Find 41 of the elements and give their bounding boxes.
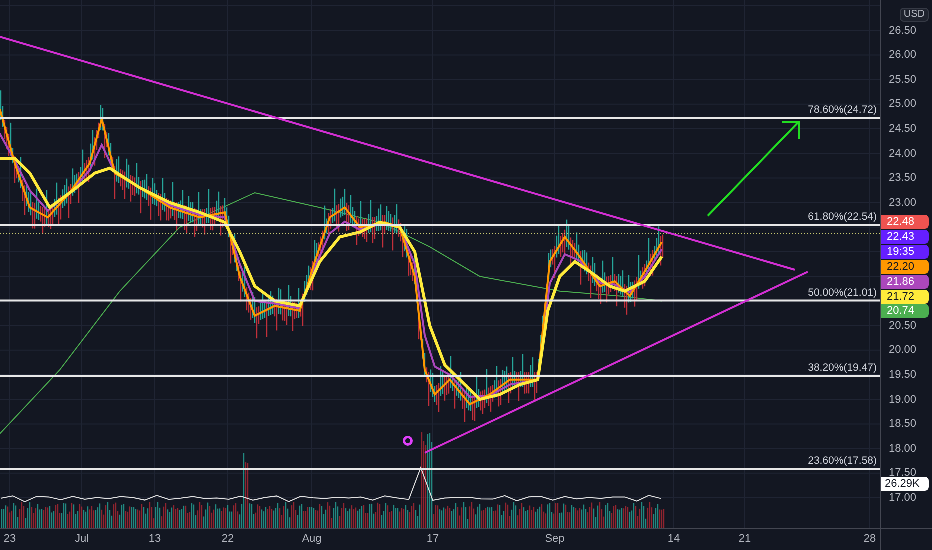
fib-level-label: 78.60%(24.72) — [808, 105, 877, 116]
price-badge: 20.74 — [881, 304, 929, 318]
time-axis-label: 17 — [426, 534, 440, 545]
price-axis-label: 25.00 — [889, 99, 917, 110]
price-axis-label: 18.00 — [889, 444, 917, 455]
fib-level-label: 50.00%(21.01) — [808, 288, 877, 298]
price-axis-label: 26.50 — [889, 26, 917, 37]
price-badge: 19:35 — [881, 245, 929, 259]
price-axis-label: 17.50 — [889, 468, 917, 480]
price-badge: 22.43 — [881, 230, 929, 244]
volume-badge: 26.29K — [881, 477, 929, 491]
price-badge: 21.86 — [881, 275, 929, 289]
fib-level-label: 23.60%(17.58) — [808, 456, 877, 467]
chart-plot-area[interactable]: 78.60%(24.72) 61.80%(22.54) 50.00%(21.01) 38.20%(19.47) 23.60%(17.58) — [0, 0, 880, 528]
price-badge: 22.48 — [881, 215, 929, 229]
price-axis-label: 25.50 — [889, 74, 917, 86]
price-axis-label: 24.50 — [889, 124, 917, 135]
price-axis-label: 17.00 — [889, 493, 917, 504]
fib-level-label: 38.20%(19.47) — [808, 363, 877, 374]
time-axis-label: 28 — [864, 534, 876, 545]
price-axis-label: 23.00 — [889, 198, 917, 209]
time-axis-label: 22 — [222, 534, 234, 545]
price-badge: 21.72 — [881, 290, 929, 304]
price-axis-label: 20.50 — [889, 320, 917, 332]
time-axis-label: 21 — [738, 534, 752, 545]
price-badge: 22.20 — [881, 260, 929, 274]
time-axis-label: 14 — [668, 534, 680, 545]
price-axis-label: 23.50 — [889, 173, 917, 184]
price-axis-label: 26.00 — [889, 50, 917, 62]
time-axis-label: 13 — [148, 534, 162, 545]
price-axis-label: 18.50 — [889, 419, 917, 430]
price-axis-label: 24.00 — [889, 148, 917, 160]
currency-label: USD — [900, 8, 929, 22]
price-axis-label: 19.00 — [889, 394, 917, 406]
fib-level-label: 61.80%(22.54) — [808, 212, 877, 223]
time-axis-label: Jul — [74, 534, 90, 545]
price-axis-label: 20.00 — [889, 345, 917, 356]
price-axis-label: 19.50 — [889, 370, 917, 381]
time-axis-label: Aug — [302, 534, 322, 545]
time-axis-label: Sep — [545, 534, 565, 545]
time-axis-label: 23 — [4, 534, 16, 545]
